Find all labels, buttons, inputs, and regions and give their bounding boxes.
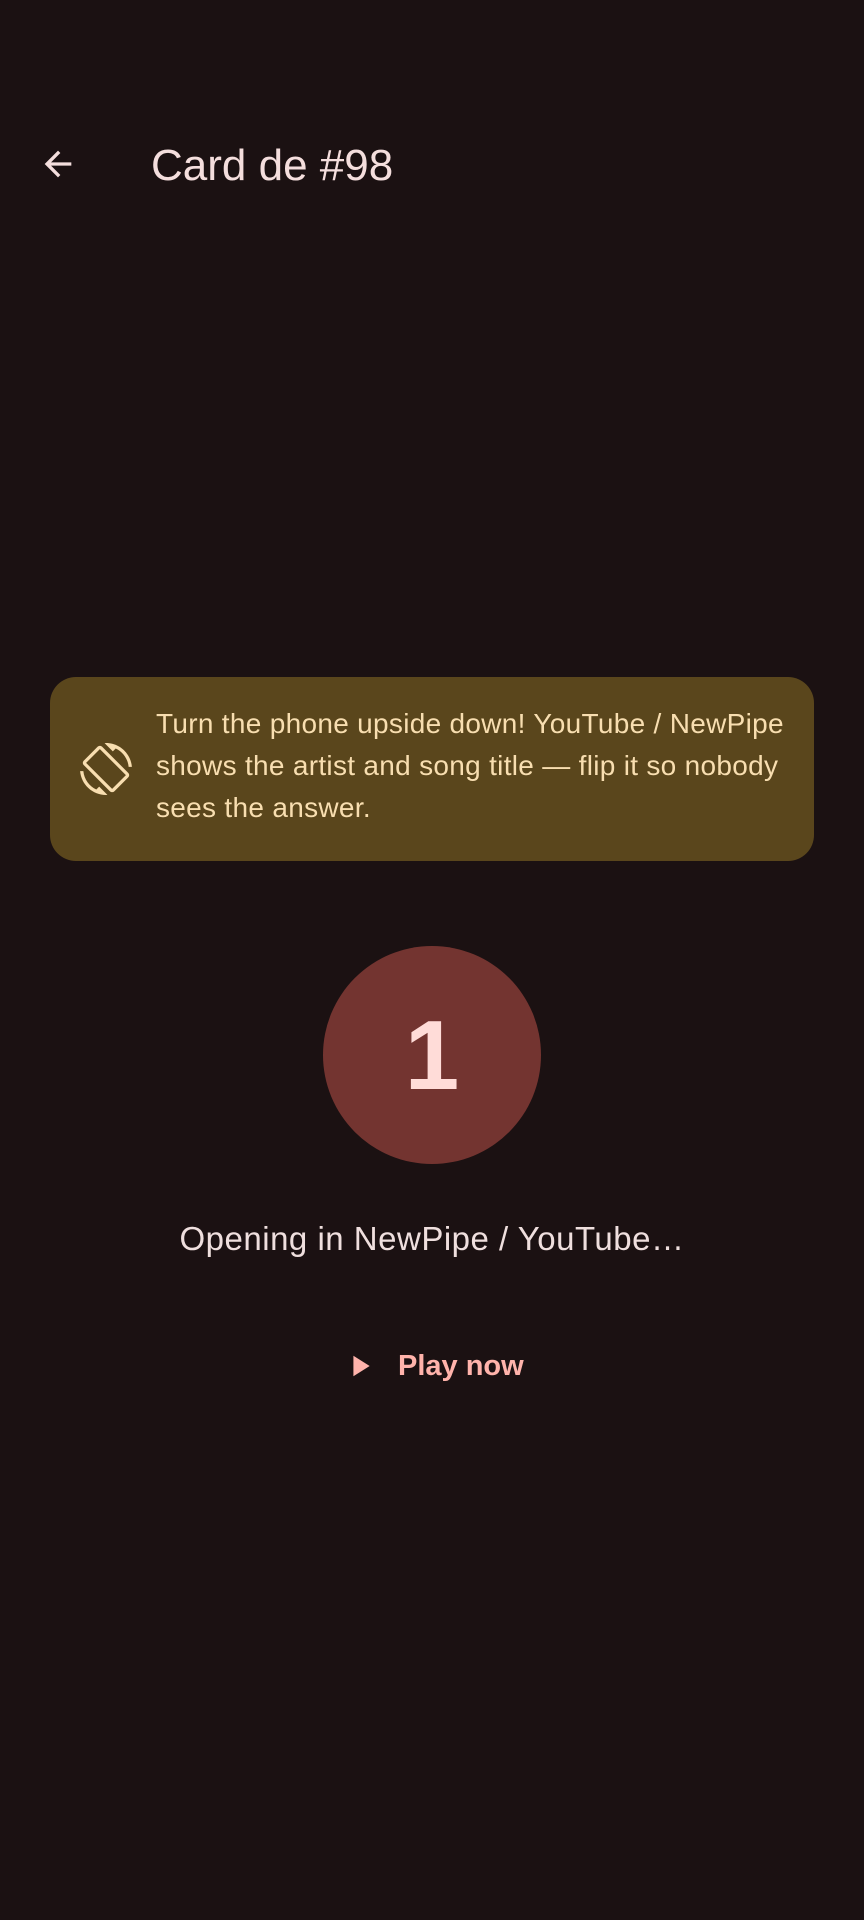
- play-icon: [348, 1353, 374, 1379]
- play-now-button[interactable]: Play now: [334, 1336, 530, 1396]
- screen-rotation-icon: [80, 743, 132, 795]
- countdown-number: 1: [404, 1000, 460, 1110]
- page-title: Card de #98: [151, 141, 394, 190]
- status-text: Opening in NewPipe / YouTube…: [179, 1220, 685, 1257]
- upside-down-tip-card: Turn the phone upside down! YouTube / Ne…: [50, 677, 814, 861]
- back-button[interactable]: [28, 136, 88, 196]
- tip-text: Turn the phone upside down! YouTube / Ne…: [156, 708, 784, 823]
- play-now-label: Play now: [398, 1349, 524, 1382]
- countdown-circle: 1: [323, 946, 541, 1164]
- top-app-bar: [0, 100, 864, 228]
- arrow-back-icon: [38, 144, 78, 189]
